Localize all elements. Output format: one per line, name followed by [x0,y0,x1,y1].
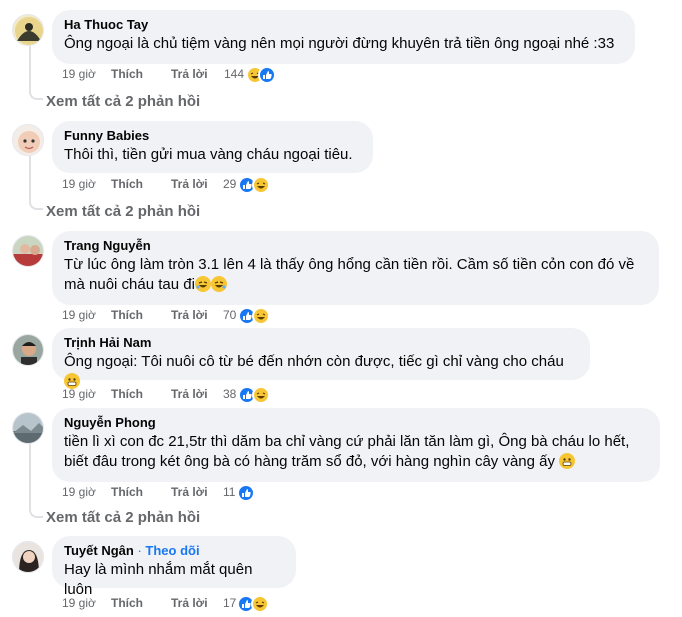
comment-bubble: Funny Babies Thôi thì, tiền gửi mua vàng… [52,121,373,173]
reaction-count[interactable]: 144 [224,66,244,82]
follow-button[interactable]: Theo dõi [145,543,199,558]
haha-icon [252,176,270,194]
comment-time[interactable]: 19 giờ [62,307,96,323]
comment-actions: 19 giờ Thích Trả lời 11 [62,484,362,502]
comment-author[interactable]: Tuyết Ngân [64,543,134,558]
comment-actions: 19 giờ Thích Trả lời 38 [62,386,362,404]
reply-button[interactable]: Trả lời [171,386,208,402]
avatar-image-icon [13,236,43,266]
comment-author[interactable]: Nguyễn Phong [64,415,648,431]
haha-icon [252,386,270,404]
comment-text-content: biết đâu trong két ông bà có hàng trăm s… [64,453,555,470]
reaction-count[interactable]: 11 [223,484,235,500]
avatar-image-icon [13,125,43,155]
comment-bubble: Nguyễn Phong tiền lì xì con đc 21,5tr th… [52,408,660,482]
reaction-count[interactable]: 70 [223,307,236,323]
comment-actions: 19 giờ Thích Trả lời 29 [62,176,362,194]
avatar[interactable] [12,14,44,46]
comment-bubble: Ha Thuoc Tay Ông ngoại là chủ tiệm vàng … [52,10,635,64]
like-icon [237,484,255,502]
reaction-count[interactable]: 17 [223,595,236,611]
comment-author[interactable]: Ha Thuoc Tay [64,17,623,33]
comment: Trang Nguyễn Từ lúc ông làm tròn 3.1 lên… [12,231,682,331]
comment-bubble: Trịnh Hải Nam Ông ngoại: Tôi nuôi cô từ … [52,328,590,389]
like-button[interactable]: Thích [111,176,143,192]
comment-time[interactable]: 19 giờ [62,66,96,82]
comment-text: Thôi thì, tiền gửi mua vàng cháu ngoại t… [64,146,353,163]
comment-time[interactable]: 19 giờ [62,176,96,192]
avatar[interactable] [12,235,44,267]
reply-button[interactable]: Trả lời [171,66,208,82]
see-more-replies-link[interactable]: Xem tất cả 2 phản hồi [46,92,200,112]
avatar-image-icon [13,413,43,443]
like-button[interactable]: Thích [111,484,143,500]
comment-actions: 19 giờ Thích Trả lời 17 [62,595,362,613]
comment-bubble: Tuyết Ngân · Theo dõi Hay là mình nhắm m… [52,536,296,598]
like-icon [258,66,276,84]
comment: Trịnh Hải Nam Ông ngoại: Tôi nuôi cô từ … [12,328,682,414]
separator-dot: · [137,543,142,558]
avatar[interactable] [12,334,44,366]
avatar[interactable] [12,124,44,156]
comment-author[interactable]: Trang Nguyễn [64,238,647,254]
comment-text: tiền lì xì con đc 21,5tr thì dăm ba chỉ … [64,432,648,472]
comment-text-content: Ông ngoại: Tôi nuôi cô từ bé đến nhớn cò… [64,353,564,370]
comment-author[interactable]: Funny Babies [64,128,361,144]
comment-text: Hay là mình nhắm mắt quên luôn [64,561,253,598]
see-more-replies-link[interactable]: Xem tất cả 2 phản hồi [46,508,200,528]
rofl-emoji-icon [194,276,211,292]
reply-button[interactable]: Trả lời [171,307,208,323]
comment-text-line: Từ lúc ông làm tròn 3.1 lên 4 là thấy ôn… [64,256,635,273]
comment-text: Từ lúc ông làm tròn 3.1 lên 4 là thấy ôn… [64,255,647,295]
like-button[interactable]: Thích [111,386,143,402]
comment-actions: 19 giờ Thích Trả lời 144 [62,66,362,84]
see-more-replies-link[interactable]: Xem tất cả 2 phản hồi [46,202,200,222]
avatar[interactable] [12,412,44,444]
rofl-emoji-icon [210,276,227,292]
avatar-image-icon [13,335,43,365]
avatar-image-icon [13,542,43,572]
comment-time[interactable]: 19 giờ [62,595,96,611]
comment-author[interactable]: Trịnh Hải Nam [64,335,578,351]
comment-text-line: tiền lì xì con đc 21,5tr thì dăm ba chỉ … [64,433,630,450]
like-button[interactable]: Thích [111,307,143,323]
reply-button[interactable]: Trả lời [171,484,208,500]
haha-icon [251,595,269,613]
comment-bubble: Trang Nguyễn Từ lúc ông làm tròn 3.1 lên… [52,231,659,305]
comment: Tuyết Ngân · Theo dõi Hay là mình nhắm m… [12,536,682,617]
comment-text-content: mà nuôi cháu tau đi [64,276,195,293]
like-button[interactable]: Thích [111,595,143,611]
reply-button[interactable]: Trả lời [171,176,208,192]
comment-actions: 19 giờ Thích Trả lời 70 [62,307,362,325]
comment-text-line: mà nuôi cháu tau đi [64,275,647,295]
reaction-count[interactable]: 38 [223,386,236,402]
comment-author-row: Tuyết Ngân · Theo dõi [64,543,284,559]
like-button[interactable]: Thích [111,66,143,82]
comment-text-line: biết đâu trong két ông bà có hàng trăm s… [64,452,648,472]
comment-text: Ông ngoại là chủ tiệm vàng nên mọi người… [64,35,615,52]
comment: Nguyễn Phong tiền lì xì con đc 21,5tr th… [12,408,682,508]
comment-time[interactable]: 19 giờ [62,484,96,500]
thread-elbow [29,508,43,518]
grin-emoji-icon [559,453,576,469]
avatar[interactable] [12,541,44,573]
comment-time[interactable]: 19 giờ [62,386,96,402]
reply-button[interactable]: Trả lời [171,595,208,611]
haha-icon [252,307,270,325]
reaction-count[interactable]: 29 [223,176,236,192]
avatar-image-icon [13,15,43,45]
